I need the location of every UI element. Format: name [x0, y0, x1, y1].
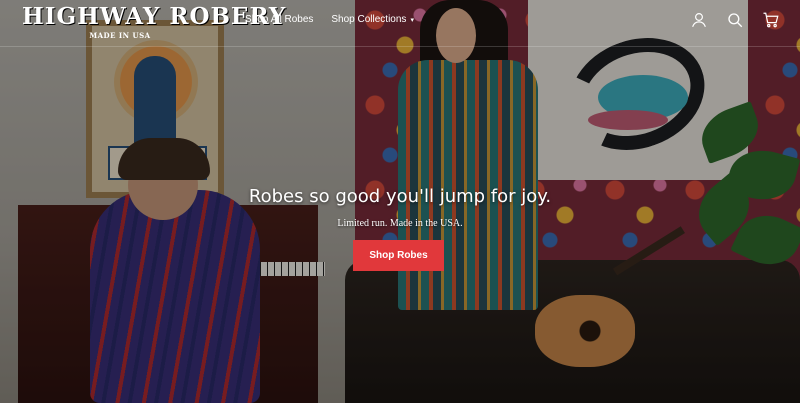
shop-robes-button[interactable]: Shop Robes [353, 240, 444, 271]
hero-tagline: Limited run. Made in the USA. [337, 218, 463, 229]
main-nav: Shop All Robes Shop Collections ▾ [245, 14, 414, 25]
nav-shop-collections[interactable]: Shop Collections ▾ [331, 14, 414, 25]
site-header: HIGHWAY ROBERY MADE IN USA Shop All Robe… [0, 0, 800, 47]
account-icon[interactable] [690, 11, 708, 29]
chevron-down-icon: ▾ [410, 16, 414, 24]
nav-item-label: Shop All Robes [245, 14, 314, 25]
brand-subtitle: MADE IN USA [89, 31, 151, 40]
header-icons [690, 11, 780, 29]
nav-shop-all-robes[interactable]: Shop All Robes [245, 14, 313, 25]
brand-name: HIGHWAY ROBERY [22, 3, 287, 30]
hero-headline: Robes so good you'll jump for joy. [248, 186, 552, 207]
search-icon[interactable] [726, 11, 744, 29]
brand-logo[interactable]: HIGHWAY ROBERY MADE IN USA [22, 3, 287, 41]
nav-item-label: Shop Collections [331, 14, 407, 25]
cart-icon[interactable] [762, 11, 780, 29]
